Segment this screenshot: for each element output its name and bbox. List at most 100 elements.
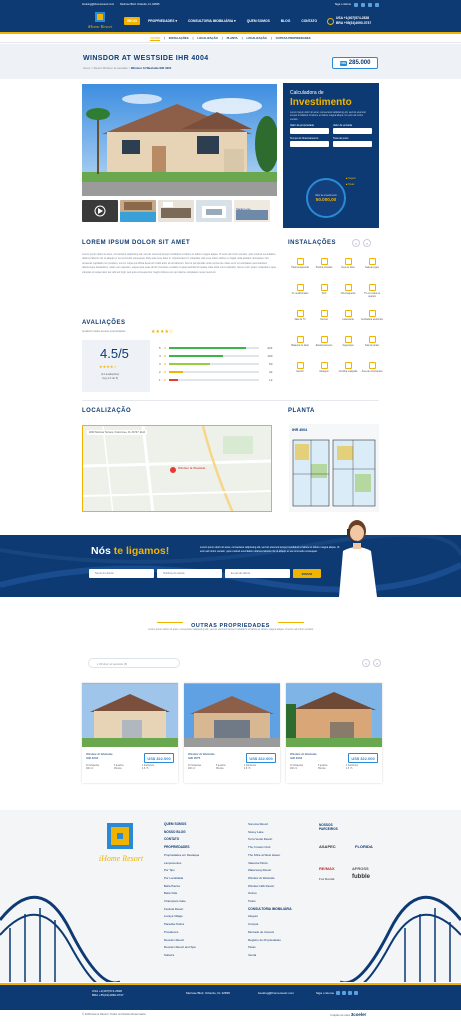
property-card[interactable]: Windsor At Westside IHR 3575 US$ 322.000 … — [184, 683, 280, 783]
rate-input[interactable] — [333, 141, 372, 148]
nav-consultoria[interactable]: CONSULTORIA IMOBILIÁRIA ▾ — [185, 17, 239, 25]
next-arrow-icon[interactable]: › — [363, 239, 371, 247]
footer-link[interactable]: Taxas — [248, 944, 292, 952]
nav-blog[interactable]: BLOG — [278, 17, 294, 25]
footer-heading[interactable]: PROPRIEDADES — [164, 844, 199, 852]
instagram-icon[interactable] — [348, 991, 353, 996]
footer-link[interactable]: Todos — [248, 898, 292, 906]
partner-logo[interactable]: ASAPEC — [319, 844, 336, 849]
footer-phone-bra[interactable]: BRA +55(31)4090-0737 — [92, 993, 124, 997]
nav-contato[interactable]: CONTATO — [298, 17, 320, 25]
footer-link[interactable]: Propriedades em Destaque — [164, 852, 199, 860]
calc-kicker: Calculadora de — [290, 90, 324, 96]
footer-link[interactable]: Mercado de Imóveis — [248, 929, 292, 937]
send-button[interactable]: ENVIAR — [293, 569, 321, 578]
footer-link[interactable]: Windsor Hills Resort — [248, 883, 292, 891]
tab-fotos[interactable]: FOTOS — [150, 36, 160, 41]
photo-thumb[interactable] — [196, 200, 232, 222]
property-card[interactable]: Windsor At Westside IHR 4004 US$ 322.000 … — [82, 683, 178, 783]
nav-inicio[interactable]: INÍCIO — [124, 17, 141, 25]
footer-link[interactable]: Watersong Resort — [248, 867, 292, 875]
youtube-icon[interactable] — [354, 991, 359, 996]
footer-link[interactable]: Paradise Palms — [164, 921, 199, 929]
amenity-icon — [368, 362, 376, 369]
amenity-item: Jacuzzi — [288, 362, 312, 384]
email-input[interactable] — [225, 569, 290, 578]
partner-logo[interactable]: fubble — [352, 874, 370, 880]
footer-link[interactable]: Bella Piazza — [164, 883, 199, 891]
footer-link[interactable]: Outros — [248, 890, 292, 898]
footer-link[interactable]: Por Localidade — [164, 875, 199, 883]
prev-arrow-icon[interactable]: ‹ — [352, 239, 360, 247]
tab-localizacao-2[interactable]: LOCALIZAÇÃO — [247, 36, 267, 40]
footer-heading[interactable]: CONSULTORIA IMOBILIÁRIA — [248, 906, 292, 914]
footer-link[interactable]: Bella Vida — [164, 890, 199, 898]
breadcrumb-home[interactable]: Home — [83, 66, 90, 70]
youtube-icon[interactable] — [375, 2, 379, 7]
floor-plan[interactable] — [289, 424, 379, 512]
photo-thumb[interactable] — [158, 200, 194, 222]
footer-link[interactable]: Sonoma Resort — [248, 821, 292, 829]
tab-planta[interactable]: PLANTA — [227, 36, 238, 40]
footer-link[interactable]: Champions Gate — [164, 898, 199, 906]
header-phone-bra[interactable]: BRA +55(31)4090-0737 — [336, 21, 371, 26]
main-nav: INÍCIO PROPRIEDADES ▾ CONSULTORIA IMOBIL… — [124, 17, 320, 25]
footer-heading[interactable]: QUEM SOMOS — [164, 821, 199, 829]
resort-filter-select[interactable]: ▾ Windsor at westside (8) — [88, 658, 180, 668]
logo[interactable]: iHome Resort — [84, 12, 116, 31]
property-card[interactable]: Windsor At Westside IHR 4004 US$ 322.000 … — [286, 683, 382, 783]
tab-instalacoes[interactable]: INSTALAÇÕES — [169, 36, 189, 40]
name-input[interactable] — [89, 569, 154, 578]
more-photos-link[interactable]: Veras Lua › — [236, 207, 251, 211]
footer-link[interactable]: Venda — [248, 952, 292, 960]
facebook-icon[interactable] — [354, 2, 358, 7]
footer-link[interactable]: Por Tipo — [164, 867, 199, 875]
amenity-icon — [296, 258, 304, 265]
partner-logo[interactable]: RE/MAX — [319, 866, 335, 871]
breadcrumb-resort[interactable]: Resort Windsor at westside — [94, 66, 128, 70]
callback-desc: Lorem ipsum dolor sit amet, consectetur … — [200, 546, 340, 553]
footer-link[interactable]: The Crossin Club — [248, 844, 292, 852]
partner-logo[interactable]: FLORIDA — [355, 844, 373, 849]
twitter-icon[interactable] — [361, 2, 365, 7]
footer-link[interactable]: Registro de Propriedades — [248, 937, 292, 945]
footer-link[interactable]: Storey Lake — [248, 829, 292, 837]
topbar-email[interactable]: booking@ihomeresort.com — [82, 3, 114, 6]
footer-email[interactable]: booking@ihomeresort.com — [258, 991, 294, 995]
footer-link[interactable]: Valencia Palms — [248, 860, 292, 868]
footer-link[interactable]: Reunion Resort and Spa — [164, 944, 199, 952]
partner-logo[interactable]: AFROSS — [352, 866, 369, 871]
next-arrow-icon[interactable]: › — [373, 659, 381, 667]
footer-link[interactable]: Terra Verde Resort — [248, 836, 292, 844]
tab-outras[interactable]: OUTRAS PROPRIEDADES — [276, 36, 311, 40]
footer-logo[interactable]: iHome Resort — [93, 823, 149, 867]
footer-link[interactable]: Lucaya Village — [164, 913, 199, 921]
footer-link[interactable]: Aluguel — [248, 913, 292, 921]
nav-propriedades[interactable]: PROPRIEDADES ▾ — [145, 17, 180, 25]
photo-thumb[interactable] — [234, 200, 270, 222]
tab-localizacao[interactable]: LOCALIZAÇÃO — [197, 36, 217, 40]
instagram-icon[interactable] — [368, 2, 372, 7]
video-thumb[interactable] — [82, 200, 118, 222]
term-select[interactable] — [290, 141, 329, 148]
footer-link[interactable]: Reunion Resort — [164, 937, 199, 945]
footer-link[interactable]: Lançamentos — [164, 860, 199, 868]
phone-input[interactable] — [157, 569, 222, 578]
footer-heading[interactable]: NOSSO BLOG — [164, 829, 199, 837]
footer-heading[interactable]: CONTATO — [164, 836, 199, 844]
nav-quem-somos[interactable]: QUEM SOMOS — [244, 17, 273, 25]
photo-thumb[interactable] — [120, 200, 156, 222]
twitter-icon[interactable] — [342, 991, 347, 996]
footer-link[interactable]: The Shire at West Haven — [248, 852, 292, 860]
footer-link[interactable]: Providence — [164, 929, 199, 937]
location-map[interactable]: Windsor at Westside 2000 Melrose Terrace… — [82, 425, 272, 512]
footer-link[interactable]: Festival Resort — [164, 906, 199, 914]
footer-link[interactable]: Windsor At Westside — [248, 875, 292, 883]
footer-link[interactable]: Compra — [248, 921, 292, 929]
agency-logo[interactable]: 3coeler — [351, 1012, 366, 1017]
facebook-icon[interactable] — [336, 991, 341, 996]
footer-link[interactable]: Solterra — [164, 952, 199, 960]
partner-logo[interactable]: Fox Rental — [319, 877, 334, 881]
prev-arrow-icon[interactable]: ‹ — [362, 659, 370, 667]
main-photo[interactable] — [82, 84, 277, 196]
